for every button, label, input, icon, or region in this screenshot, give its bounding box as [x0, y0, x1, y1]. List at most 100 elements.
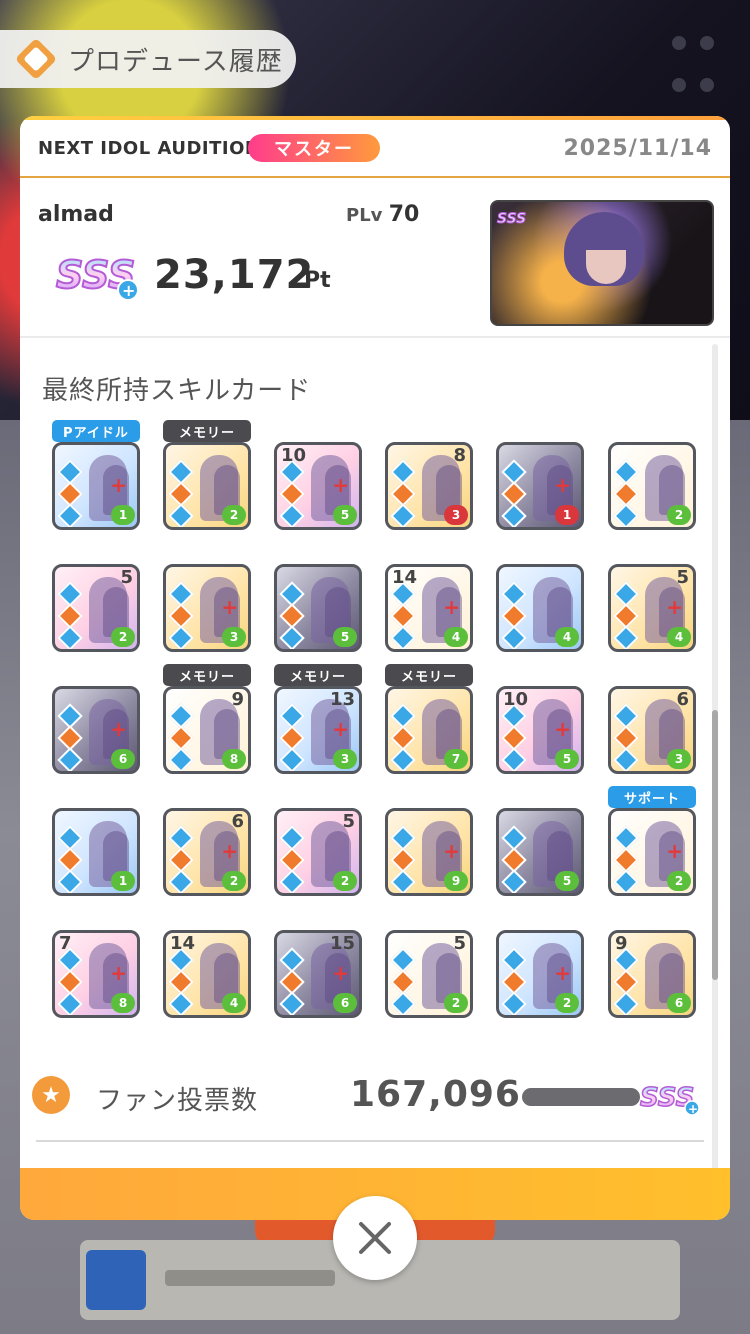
enhanced-plus-icon: + — [221, 595, 238, 619]
skill-card[interactable]: +2 — [496, 930, 584, 1018]
scrollbar-thumb[interactable] — [712, 710, 718, 980]
fan-sss-plus-icon: SSS + — [639, 1082, 700, 1116]
card-tag-support: サポート — [608, 786, 696, 808]
skill-card[interactable]: 14 4 — [163, 930, 251, 1018]
card-cost: 9 — [444, 871, 468, 891]
card-level: 13 — [329, 689, 355, 710]
effect-gem-icon — [279, 747, 305, 771]
audition-date: 2025/11/14 — [563, 136, 712, 161]
card-cost: 4 — [555, 627, 579, 647]
effect-gem-icon — [168, 869, 194, 893]
card-cost: 1 — [111, 505, 135, 525]
effect-gem-icon — [501, 625, 527, 649]
effect-gem-icon — [501, 747, 527, 771]
skill-card[interactable]: +10 5 — [274, 442, 362, 530]
effect-gem-icon — [390, 747, 416, 771]
card-level: 15 — [329, 933, 355, 954]
skill-card[interactable]: +2 — [608, 808, 696, 896]
effect-gem-icon — [57, 869, 83, 893]
card-cost: 5 — [555, 749, 579, 769]
skill-card[interactable]: 2 — [608, 442, 696, 530]
enhanced-plus-icon: + — [332, 473, 349, 497]
skill-card[interactable]: +6 — [52, 686, 140, 774]
skill-card[interactable]: 52 — [385, 930, 473, 1018]
card-cost: 2 — [111, 627, 135, 647]
card-tag-memory: メモリー — [274, 664, 362, 686]
card-cost: 4 — [222, 993, 246, 1013]
card-tag-memory: メモリー — [163, 664, 251, 686]
skill-cards-title: 最終所持スキルカード — [42, 376, 312, 406]
divider — [36, 1140, 704, 1142]
skill-card[interactable]: 4 — [496, 564, 584, 652]
skill-card[interactable]: +15 6 — [274, 930, 362, 1018]
effect-gem-icon — [279, 869, 305, 893]
enhanced-plus-icon: + — [666, 839, 683, 863]
enhanced-plus-icon: + — [666, 595, 683, 619]
skill-card[interactable]: 52 — [274, 808, 362, 896]
skill-card[interactable]: 98 — [163, 686, 251, 774]
effect-gem-icon — [390, 503, 416, 527]
effect-gem-icon — [57, 991, 83, 1015]
effect-gem-icon — [279, 625, 305, 649]
effect-gem-icon — [168, 747, 194, 771]
card-cost: 6 — [333, 993, 357, 1013]
close-icon — [359, 1222, 391, 1254]
card-level: 10 — [503, 689, 529, 710]
card-level: 14 — [170, 933, 196, 954]
skill-card[interactable]: 7 — [385, 686, 473, 774]
idol-portrait[interactable]: SSS — [490, 200, 714, 326]
skill-card[interactable]: +6 2 — [163, 808, 251, 896]
rank-badge: マスター — [248, 134, 380, 162]
card-level: 5 — [676, 567, 689, 588]
card-cost: 1 — [555, 505, 579, 525]
divider — [20, 336, 730, 338]
skill-card[interactable]: 83 — [385, 442, 473, 530]
enhanced-plus-icon: + — [110, 717, 127, 741]
card-cost: 2 — [667, 871, 691, 891]
enhanced-plus-icon: + — [110, 473, 127, 497]
fan-votes-bar — [522, 1088, 640, 1106]
card-cost: 6 — [667, 993, 691, 1013]
sss-mini-icon: SSS — [497, 211, 527, 228]
skill-card[interactable]: 96 — [608, 930, 696, 1018]
card-cost: 2 — [444, 993, 468, 1013]
producer-level: PLv 70 — [346, 202, 419, 227]
skill-card[interactable]: +9 — [385, 808, 473, 896]
card-level: 14 — [392, 567, 418, 588]
effect-gem-icon — [279, 503, 305, 527]
skill-card[interactable]: 5 — [496, 808, 584, 896]
enhanced-plus-icon: + — [443, 595, 460, 619]
skill-card[interactable]: 1 — [52, 808, 140, 896]
card-level: 5 — [453, 933, 466, 954]
skill-card[interactable]: +14 4 — [385, 564, 473, 652]
skill-card[interactable]: 52 — [52, 564, 140, 652]
skill-card[interactable]: +1 — [496, 442, 584, 530]
skill-card[interactable]: +10 5 — [496, 686, 584, 774]
skill-card[interactable]: 5 — [274, 564, 362, 652]
skill-card[interactable]: 2 — [163, 442, 251, 530]
plv-label: PLv — [346, 205, 383, 226]
card-level: 10 — [281, 445, 307, 466]
enhanced-plus-icon: + — [221, 839, 238, 863]
card-level: 6 — [676, 689, 689, 710]
card-cost: 6 — [111, 749, 135, 769]
skill-card[interactable]: +3 — [163, 564, 251, 652]
produce-history-icon — [14, 37, 58, 81]
card-level: 5 — [120, 567, 133, 588]
card-cost: 3 — [333, 749, 357, 769]
skill-card[interactable]: +1 — [52, 442, 140, 530]
enhanced-plus-icon: + — [554, 717, 571, 741]
skill-card[interactable]: 63 — [608, 686, 696, 774]
fan-votes-label: ファン投票数 — [96, 1086, 259, 1116]
card-cost: 5 — [333, 627, 357, 647]
effect-gem-icon — [57, 503, 83, 527]
card-tag-memory: メモリー — [163, 420, 251, 442]
close-button[interactable] — [333, 1196, 417, 1280]
card-cost: 2 — [333, 871, 357, 891]
skill-card[interactable]: +13 3 — [274, 686, 362, 774]
effect-gem-icon — [613, 625, 639, 649]
skill-card[interactable]: +5 4 — [608, 564, 696, 652]
card-tag-idol: Pアイドル — [52, 420, 140, 442]
card-level: 9 — [615, 933, 628, 954]
skill-card[interactable]: +7 8 — [52, 930, 140, 1018]
